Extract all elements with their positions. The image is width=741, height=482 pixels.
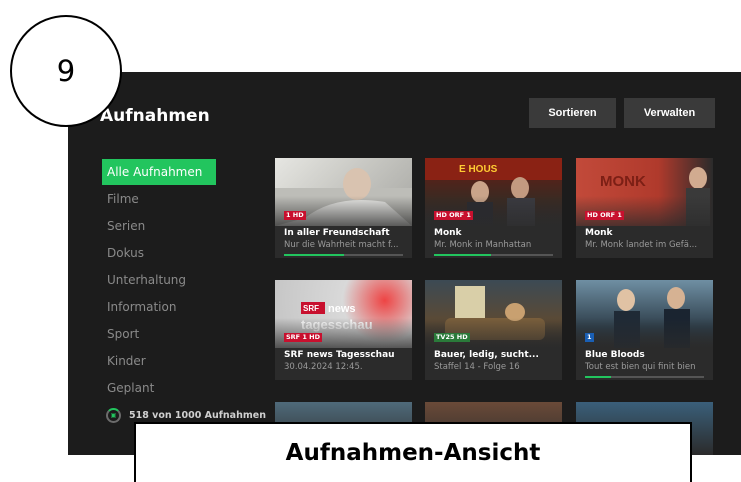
- watch-progress: [434, 376, 553, 378]
- recording-title: In aller Freundschaft: [284, 228, 390, 238]
- recording-card[interactable]: SRF news tagesschau SRF 1 HD SRF news Ta…: [275, 280, 412, 380]
- sidebar-item-alle-aufnahmen[interactable]: Alle Aufnahmen: [102, 159, 216, 185]
- recording-subtitle: Mr. Monk in Manhattan: [434, 240, 532, 250]
- recording-subtitle: Staffel 14 - Folge 16: [434, 362, 520, 372]
- watch-progress: [585, 254, 704, 256]
- recording-card[interactable]: 1 Blue Bloods Tout est bien qui finit bi…: [576, 280, 713, 380]
- svg-text:news: news: [328, 303, 356, 315]
- channel-logo: HD ORF 1: [434, 211, 473, 220]
- page-title: Aufnahmen: [100, 106, 210, 126]
- channel-logo: HD ORF 1: [585, 211, 624, 220]
- watch-progress: [284, 376, 403, 378]
- sidebar-item-dokus[interactable]: Dokus: [102, 240, 216, 266]
- channel-logo: 1 HD: [284, 211, 306, 220]
- watch-progress: [434, 254, 553, 256]
- recording-subtitle: 30.04.2024 12:45.: [284, 362, 363, 372]
- step-number-badge: 9: [10, 15, 122, 127]
- sidebar-item-serien[interactable]: Serien: [102, 213, 216, 239]
- recording-subtitle: Mr. Monk landet im Gefä...: [585, 240, 698, 250]
- sidebar-item-unterhaltung[interactable]: Unterhaltung: [102, 267, 216, 293]
- watch-progress: [284, 254, 403, 256]
- recording-quota: ▣ 518 von 1000 Aufnahmen: [106, 408, 266, 423]
- sidebar-item-information[interactable]: Information: [102, 294, 216, 320]
- storage-icon: ▣: [106, 408, 121, 423]
- channel-logo: 1: [585, 333, 594, 342]
- recording-card[interactable]: E HOUS HD ORF 1 Monk Mr. Monk in Manhatt…: [425, 158, 562, 258]
- watch-progress: [585, 376, 704, 378]
- tv-screen: Aufnahmen Sortieren Verwalten Alle Aufna…: [68, 72, 741, 455]
- svg-text:E HOUS: E HOUS: [459, 164, 498, 175]
- recording-title: SRF news Tagesschau: [284, 350, 395, 360]
- recording-subtitle: Nur die Wahrheit macht f...: [284, 240, 399, 250]
- svg-text:MONK: MONK: [600, 173, 646, 190]
- recording-card[interactable]: MONK HD ORF 1 Monk Mr. Monk landet im Ge…: [576, 158, 713, 258]
- svg-text:SRF: SRF: [303, 304, 319, 313]
- sidebar-item-geplant[interactable]: Geplant: [102, 375, 216, 401]
- quota-text: 518 von 1000 Aufnahmen: [129, 410, 266, 421]
- recording-title: Monk: [585, 228, 613, 238]
- channel-logo: SRF 1 HD: [284, 333, 323, 342]
- recording-card[interactable]: 1 HD In aller Freundschaft Nur die Wahrh…: [275, 158, 412, 258]
- sort-button[interactable]: Sortieren: [529, 98, 616, 128]
- recording-card[interactable]: TV25 HD Bauer, ledig, sucht... Staffel 1…: [425, 280, 562, 380]
- recording-title: Blue Bloods: [585, 350, 645, 360]
- manage-button[interactable]: Verwalten: [624, 98, 715, 128]
- recording-title: Bauer, ledig, sucht...: [434, 350, 539, 360]
- sidebar-item-kinder[interactable]: Kinder: [102, 348, 216, 374]
- caption-label: Aufnahmen-Ansicht: [134, 422, 692, 482]
- recording-subtitle: Tout est bien qui finit bien: [585, 362, 696, 372]
- sidebar-item-filme[interactable]: Filme: [102, 186, 216, 212]
- channel-logo: TV25 HD: [434, 333, 470, 342]
- sidebar-item-sport[interactable]: Sport: [102, 321, 216, 347]
- recording-title: Monk: [434, 228, 462, 238]
